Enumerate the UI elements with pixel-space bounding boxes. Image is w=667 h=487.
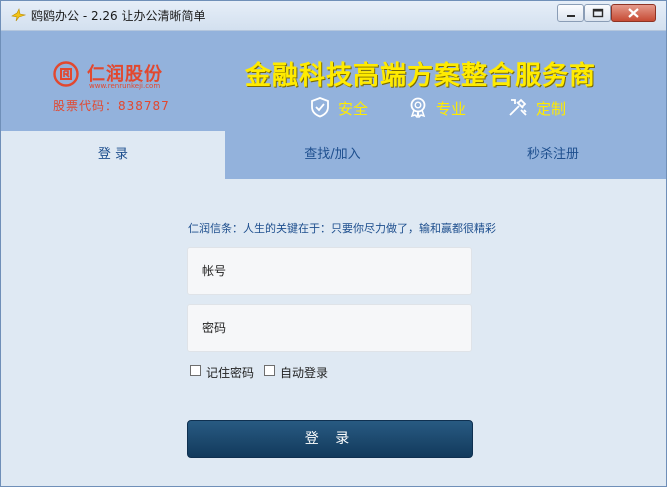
auto-login-checkbox[interactable] (264, 365, 275, 376)
app-bird-icon (11, 8, 26, 22)
tab-quick-register[interactable]: 秒杀注册 (440, 131, 666, 179)
shield-check-icon (311, 97, 329, 118)
feature-label-secure: 安全 (338, 100, 369, 118)
slogan: 金融科技高端方案整合服务商 (245, 61, 597, 91)
title-bar[interactable]: 鸥鸥办公 - 2.26 让办公清晰简单 (1, 1, 666, 31)
auto-login-label[interactable]: 自动登录 (280, 364, 328, 381)
close-button[interactable] (611, 4, 656, 22)
minimize-icon (567, 15, 575, 17)
company-url: www.renrunkeji.com (89, 82, 161, 90)
award-medal-icon (410, 97, 426, 118)
tab-bar: 登 录 查找/加入 秒杀注册 (1, 131, 666, 179)
company-logo-icon (53, 61, 79, 87)
feature-label-professional: 专业 (436, 100, 467, 118)
login-window: 鸥鸥办公 - 2.26 让办公清晰简单 仁润股份 www.renrunkeji.… (0, 0, 667, 487)
window-title: 鸥鸥办公 - 2.26 让办公清晰简单 (31, 9, 206, 23)
password-input[interactable] (187, 304, 472, 352)
company-motto: 仁润信条：人生的关键在于：只要你尽力做了，输和赢都很精彩 (188, 222, 496, 235)
feature-label-custom: 定制 (536, 100, 567, 118)
maximize-icon (592, 8, 604, 18)
close-icon (628, 8, 639, 18)
maximize-button[interactable] (584, 4, 611, 22)
tab-login[interactable]: 登 录 (1, 131, 225, 179)
tools-icon (509, 98, 527, 116)
minimize-button[interactable] (557, 4, 584, 22)
account-input[interactable] (187, 247, 472, 295)
stock-code: 股票代码：838787 (53, 99, 170, 113)
remember-password-label[interactable]: 记住密码 (206, 364, 254, 381)
remember-password-checkbox[interactable] (190, 365, 201, 376)
login-button[interactable]: 登 录 (187, 420, 473, 458)
tab-find-join[interactable]: 查找/加入 (225, 131, 440, 179)
